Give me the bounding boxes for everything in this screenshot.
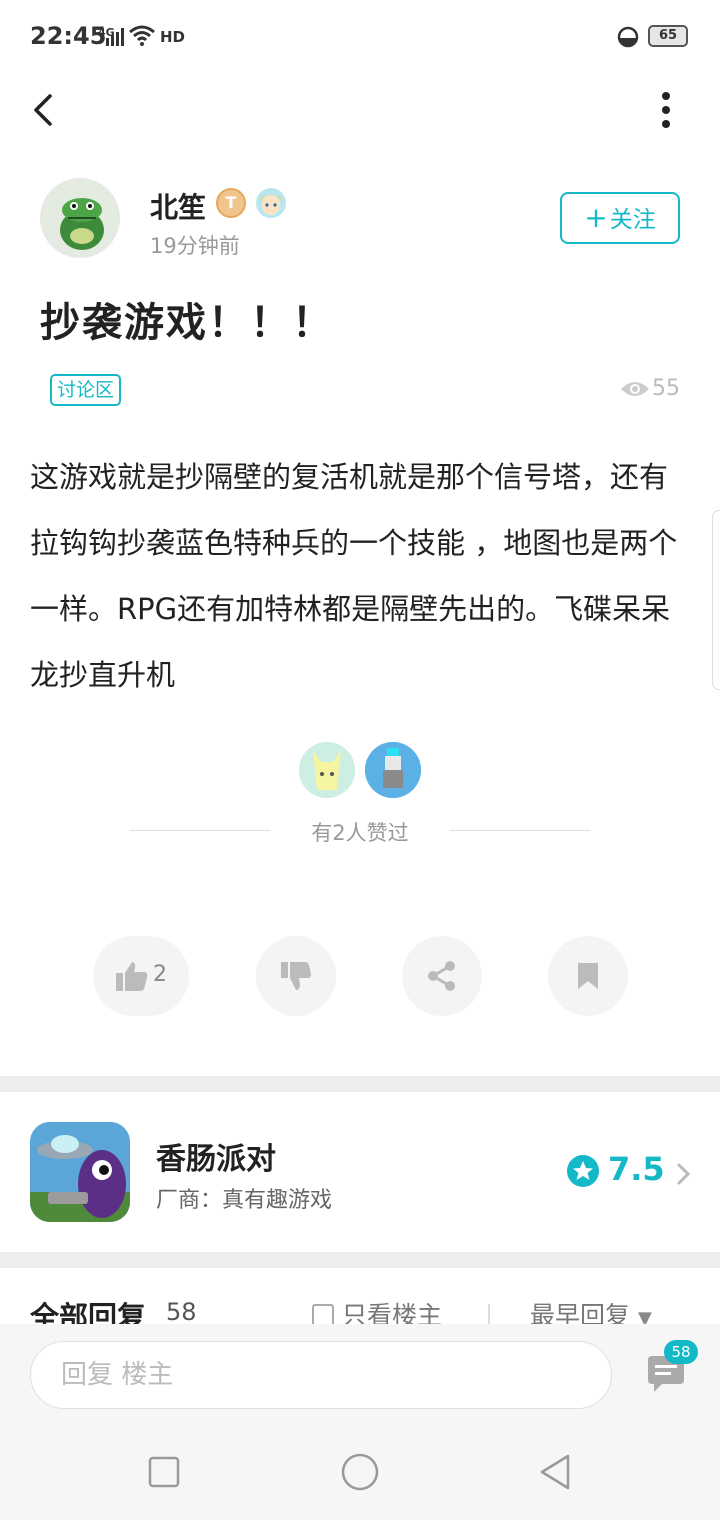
edge-handle[interactable] [712,510,720,690]
share-icon [428,961,455,991]
follow-label: 关注 [609,207,656,233]
sausage-party-game-icon [30,1122,130,1222]
home-button[interactable] [340,1452,380,1492]
hd-indicator: HD [160,28,186,46]
system-nav-bar [0,1424,720,1520]
circle-icon [341,1453,379,1491]
more-vertical-icon [662,92,670,128]
author-name[interactable]: 北笙 [150,186,206,226]
star-icon [567,1155,599,1187]
reply-input[interactable]: 回复 楼主 [30,1341,612,1409]
status-bar: 22:45 4G HD 65 [0,0,720,76]
chevron-right-icon [677,1163,691,1185]
level-badge: T [216,188,246,218]
top-bar [0,76,720,142]
eye-icon [621,382,649,396]
more-options-button[interactable] [648,88,684,132]
divider-line [130,830,270,831]
system-back-button[interactable] [536,1452,576,1492]
replies-header: 全部回复 58 只看楼主 最早回复 ▼ [0,1268,720,1328]
liker-avatar[interactable] [299,742,355,798]
game-vendor: 厂商：真有趣游戏 [156,1188,333,1213]
thumbs-up-icon [116,962,148,991]
likers-section: 有2人赞过 [0,740,720,850]
thumbs-down-icon [281,962,311,990]
author-row: 北笙 T 19分钟前 +关注 [40,178,680,262]
bookmark-icon [578,963,598,989]
character-badge-icon [256,188,286,218]
follow-button[interactable]: +关注 [560,192,680,244]
game-score-value: 7.5 [608,1150,665,1188]
share-button[interactable] [402,936,482,1016]
section-tag[interactable]: 讨论区 [50,374,122,406]
game-name: 香肠派对 [156,1142,276,1177]
dislike-button[interactable] [256,936,336,1016]
square-icon [148,1456,180,1488]
likes-summary: 有2人赞过 [311,821,409,845]
dnd-icon [617,26,639,48]
chevron-left-icon [34,94,52,126]
wifi-icon [129,25,155,46]
status-time: 22:45 [30,22,107,50]
view-count: 55 [620,376,680,406]
plus-icon: + [584,201,608,234]
game-score: 7.5 [566,1150,665,1190]
recent-apps-button[interactable] [144,1452,184,1492]
section-divider [0,1076,720,1092]
like-button[interactable]: 2 [93,936,189,1016]
crocodile-avatar-icon [42,180,118,256]
post-actions: 2 [0,936,720,1016]
post-title: 抄袭游戏！！！ [40,300,334,346]
like-count: 2 [153,962,167,987]
divider-line [450,830,590,831]
liker-avatar[interactable] [365,742,421,798]
game-icon [30,1122,130,1222]
signal-icon [106,28,124,46]
section-divider [0,1252,720,1268]
robot-avatar-icon [365,742,421,798]
checkbox-icon [312,1304,334,1326]
author-avatar[interactable] [40,178,120,258]
battery-indicator: 65 [648,25,688,47]
view-count-value: 55 [652,376,680,401]
post-time: 19分钟前 [150,234,240,258]
back-button[interactable] [26,88,66,132]
bunny-avatar-icon [299,742,355,798]
post-body: 这游戏就是抄隔壁的复活机就是那个信号塔，还有拉钩钩抄袭蓝色特种兵的一个技能 ，地… [30,460,678,692]
bookmark-button[interactable] [548,936,628,1016]
triangle-back-icon [540,1454,570,1490]
replies-count: 58 [166,1298,197,1326]
game-card[interactable]: 香肠派对 厂商：真有趣游戏 7.5 [0,1092,720,1252]
comment-count-badge: 58 [664,1340,698,1364]
replies-title: 全部回复 [30,1300,147,1328]
reply-bar: 回复 楼主 58 [0,1324,720,1424]
